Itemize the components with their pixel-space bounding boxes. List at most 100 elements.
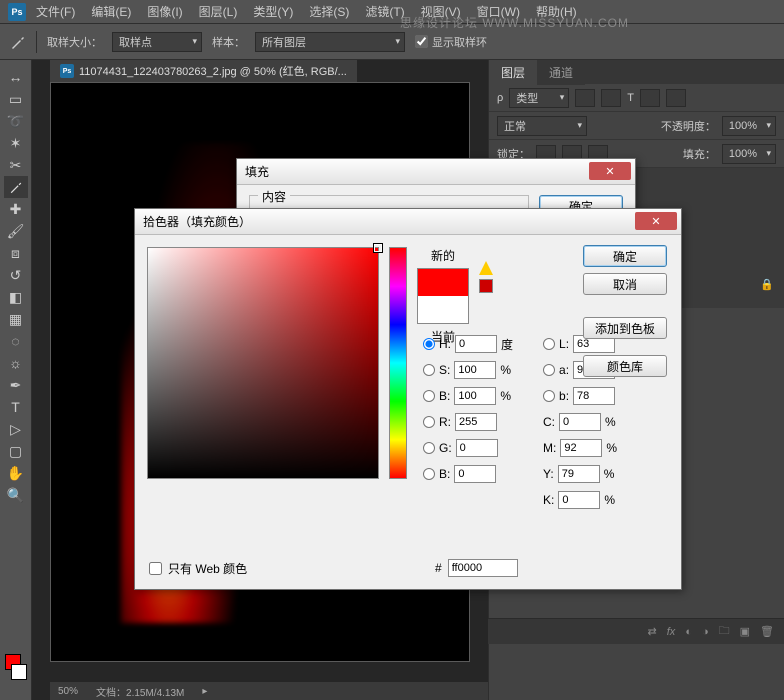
tab-channels[interactable]: 通道 <box>537 60 585 85</box>
radio-h[interactable] <box>423 338 435 350</box>
menu-image[interactable]: 图像(I) <box>141 1 188 22</box>
tool-eraser[interactable]: ◧ <box>4 286 28 308</box>
menu-file[interactable]: 文件(F) <box>30 1 81 22</box>
background-swatch[interactable] <box>11 664 27 680</box>
layer-fx-icon[interactable]: fx <box>667 626 676 638</box>
radio-s[interactable] <box>423 364 435 376</box>
toolbox: ↔ ▭ ➰ ✶ ✂ ✚ 🖌 ⧈ ↺ ◧ ▦ ◌ ☼ ✒ T ▷ ▢ ✋ 🔍 <box>0 60 32 700</box>
tool-stamp[interactable]: ⧈ <box>4 242 28 264</box>
tool-marquee[interactable]: ▭ <box>4 88 28 110</box>
tool-heal[interactable]: ✚ <box>4 198 28 220</box>
app-menubar: Ps 文件(F) 编辑(E) 图像(I) 图层(L) 类型(Y) 选择(S) 滤… <box>0 0 784 24</box>
close-icon[interactable]: ✕ <box>589 162 631 180</box>
radio-l[interactable] <box>543 338 555 350</box>
adjustment-layer-icon[interactable]: ◑ <box>702 626 709 638</box>
web-only-input[interactable] <box>149 562 162 575</box>
show-ring-input[interactable] <box>415 35 428 48</box>
radio-r[interactable] <box>423 416 435 428</box>
layer-mask-icon[interactable]: ◐ <box>685 626 692 638</box>
radio-a[interactable] <box>543 364 555 376</box>
group-icon[interactable]: 🗀 <box>719 622 730 641</box>
blend-mode-select[interactable]: 正常 <box>497 116 587 136</box>
zoom-value[interactable]: 50% <box>58 686 78 697</box>
radio-g[interactable] <box>423 442 435 454</box>
ps-file-icon: Ps <box>60 64 74 78</box>
opacity-value[interactable]: 100% <box>722 116 776 136</box>
radio-b2[interactable] <box>543 390 555 402</box>
layer-kind-select[interactable]: 类型 <box>509 88 569 108</box>
sample-layers-select[interactable]: 所有图层 <box>255 32 405 52</box>
picker-ok-button[interactable]: 确定 <box>583 245 667 267</box>
c-input[interactable] <box>559 413 601 431</box>
dialog-picker-title[interactable]: 拾色器（填充颜色） ✕ <box>135 209 681 235</box>
menu-select[interactable]: 选择(S) <box>303 1 355 22</box>
tool-gradient[interactable]: ▦ <box>4 308 28 330</box>
new-layer-icon[interactable]: ▣ <box>740 625 750 638</box>
tool-blur[interactable]: ◌ <box>4 330 28 352</box>
g-input[interactable] <box>456 439 498 457</box>
tool-brush[interactable]: 🖌 <box>4 220 28 242</box>
fill-label: 填充： <box>683 146 716 162</box>
menu-layer[interactable]: 图层(L) <box>193 1 244 22</box>
filter-adjust-icon[interactable] <box>601 89 621 107</box>
r-input[interactable] <box>455 413 497 431</box>
dialog-color-picker: 拾色器（填充颜色） ✕ 新的 当前 H:度 S:% B:% R: G: B: <box>134 208 682 590</box>
watermark-top: 思缘设计论坛 WWW.MISSYUAN.COM <box>400 14 629 31</box>
color-lib-button[interactable]: 颜色库 <box>583 355 667 377</box>
tool-wand[interactable]: ✶ <box>4 132 28 154</box>
tab-layers[interactable]: 图层 <box>489 60 537 85</box>
k-input[interactable] <box>558 491 600 509</box>
new-label: 新的 <box>431 247 455 264</box>
close-icon[interactable]: ✕ <box>635 212 677 230</box>
tool-path-select[interactable]: ▷ <box>4 418 28 440</box>
b-input[interactable] <box>454 387 496 405</box>
web-only-checkbox[interactable]: 只有 Web 颜色 <box>149 560 247 577</box>
b2-input[interactable] <box>573 387 615 405</box>
filter-pixel-icon[interactable] <box>575 89 595 107</box>
bv-input[interactable] <box>454 465 496 483</box>
menu-type[interactable]: 类型(Y) <box>247 1 299 22</box>
opacity-label: 不透明度： <box>661 118 716 134</box>
filter-shape-icon[interactable] <box>640 89 660 107</box>
sample-label: 样本： <box>212 34 245 50</box>
content-legend: 内容 <box>258 188 290 205</box>
s-input[interactable] <box>454 361 496 379</box>
status-chevron-icon[interactable]: ▸ <box>202 686 207 697</box>
tool-type[interactable]: T <box>4 396 28 418</box>
hex-input[interactable] <box>448 559 518 577</box>
y-input[interactable] <box>558 465 600 483</box>
show-ring-checkbox[interactable]: 显示取样环 <box>415 34 487 50</box>
saturation-value-field[interactable] <box>147 247 379 479</box>
link-layers-icon[interactable]: ⇄ <box>648 625 657 638</box>
tool-pen[interactable]: ✒ <box>4 374 28 396</box>
m-input[interactable] <box>560 439 602 457</box>
radio-bv[interactable] <box>423 468 435 480</box>
sample-size-select[interactable]: 取样点 <box>112 32 202 52</box>
tool-crop[interactable]: ✂ <box>4 154 28 176</box>
tool-eyedropper[interactable] <box>4 176 28 198</box>
hue-slider[interactable] <box>389 247 407 479</box>
add-swatch-button[interactable]: 添加到色板 <box>583 317 667 339</box>
picker-cancel-button[interactable]: 取消 <box>583 273 667 295</box>
filter-smart-icon[interactable] <box>666 89 686 107</box>
tool-history-brush[interactable]: ↺ <box>4 264 28 286</box>
tool-move[interactable]: ↔ <box>4 66 28 88</box>
document-tab[interactable]: Ps 11074431_122403780263_2.jpg @ 50% (红色… <box>50 60 357 82</box>
gamut-warning-icon[interactable] <box>479 261 493 275</box>
tool-hand[interactable]: ✋ <box>4 462 28 484</box>
tool-zoom[interactable]: 🔍 <box>4 484 28 506</box>
tool-shape[interactable]: ▢ <box>4 440 28 462</box>
tool-lasso[interactable]: ➰ <box>4 110 28 132</box>
sv-selector[interactable] <box>374 244 382 252</box>
tool-preset-icon[interactable] <box>10 34 26 50</box>
radio-b[interactable] <box>423 390 435 402</box>
tool-dodge[interactable]: ☼ <box>4 352 28 374</box>
layers-footer: ⇄ fx ◐ ◑ 🗀 ▣ 🗑 <box>488 618 784 644</box>
h-input[interactable] <box>455 335 497 353</box>
menu-edit[interactable]: 编辑(E) <box>85 1 137 22</box>
fill-value[interactable]: 100% <box>722 144 776 164</box>
status-bar: 50% 文档：2.15M/4.13M ▸ <box>50 682 488 700</box>
gamut-swatch[interactable] <box>479 279 493 293</box>
trash-icon[interactable]: 🗑 <box>760 625 774 638</box>
dialog-fill-title[interactable]: 填充 ✕ <box>237 159 635 185</box>
